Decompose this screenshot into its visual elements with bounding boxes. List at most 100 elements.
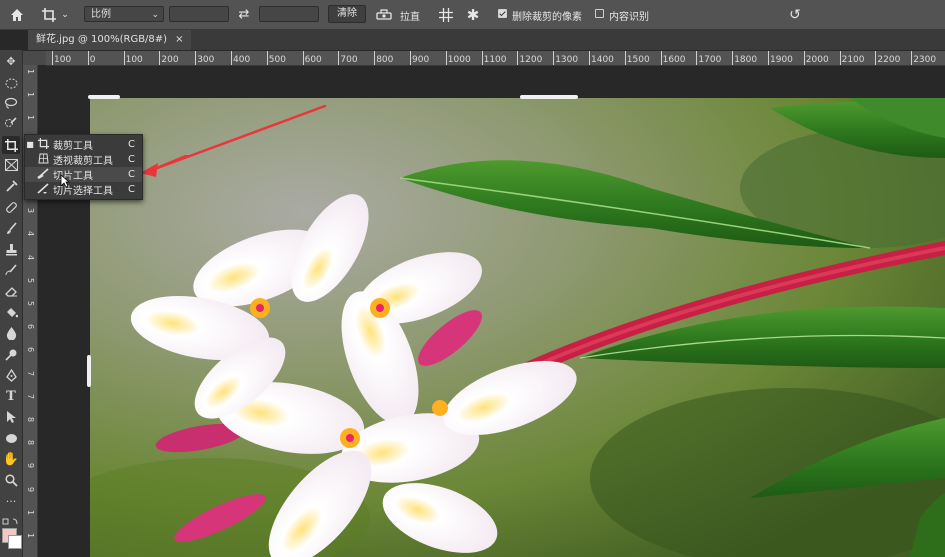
lasso-tool-icon[interactable] xyxy=(2,94,20,112)
clone-stamp-tool-icon[interactable] xyxy=(2,240,20,258)
ruler-tick-label: 6 xyxy=(26,324,35,330)
zoom-tool-icon[interactable] xyxy=(2,471,20,489)
ratio-select-value: 比例 xyxy=(91,9,111,20)
ruler-tick-mark xyxy=(266,51,268,65)
crop-handle-top-left[interactable] xyxy=(88,95,120,99)
crop-handle-left[interactable] xyxy=(87,355,91,387)
blur-tool-icon[interactable] xyxy=(2,324,20,342)
document-tab[interactable]: 鲜花.jpg @ 100%(RGB/8#) × xyxy=(28,30,192,50)
ruler-tick-label: 4 xyxy=(26,231,35,237)
height-input[interactable] xyxy=(259,6,319,22)
ruler-tick-label: 300 xyxy=(197,55,215,65)
ruler-tick-label: 1800 xyxy=(734,55,758,65)
frame-tool-icon[interactable] xyxy=(2,156,20,174)
ruler-corner xyxy=(23,51,46,65)
ruler-tick-label: 1000 xyxy=(447,55,471,65)
ruler-tick-label: 6 xyxy=(26,347,35,353)
dodge-tool-icon[interactable] xyxy=(2,345,20,363)
ruler-tick-label: 800 xyxy=(376,55,394,65)
selected-bullet-icon: ■ xyxy=(26,140,34,149)
ruler-tick-label: 2300 xyxy=(913,55,937,65)
ruler-tick-label: 1600 xyxy=(662,55,686,65)
type-tool-icon[interactable]: T xyxy=(2,387,20,405)
crop-handle-top[interactable] xyxy=(520,95,578,99)
hand-tool-icon[interactable]: ✋ xyxy=(2,450,20,468)
ruler-tick-label: 1900 xyxy=(770,55,793,65)
ruler-tick-label: 100 xyxy=(54,55,72,65)
ruler-tick-mark xyxy=(911,51,913,65)
ruler-tick-label: 100 xyxy=(125,55,143,65)
ruler-tick-label: 1300 xyxy=(555,55,579,65)
healing-brush-tool-icon[interactable] xyxy=(2,198,20,216)
close-icon[interactable]: × xyxy=(175,30,183,50)
brush-tool-icon[interactable] xyxy=(2,219,20,237)
chevron-down-icon: ⌄ xyxy=(151,10,159,20)
swap-icon[interactable]: ⇄ xyxy=(236,5,252,24)
home-icon[interactable] xyxy=(8,5,26,24)
straighten-label[interactable]: 拉直 xyxy=(400,8,420,23)
ruler-tick-mark xyxy=(553,51,555,65)
document-tab-bar: 鲜花.jpg @ 100%(RGB/8#) × xyxy=(28,30,945,50)
marquee-tool-icon[interactable] xyxy=(2,74,20,92)
chevron-down-icon[interactable]: ⌄ xyxy=(60,5,70,24)
ruler-tick-label: 5 xyxy=(26,301,35,307)
ruler-tick-label: 1400 xyxy=(591,55,614,65)
ruler-tick-mark xyxy=(374,51,376,65)
delete-cropped-label: 删除裁剪的像素 xyxy=(512,12,582,23)
pen-tool-icon[interactable] xyxy=(2,366,20,384)
ruler-tick-mark xyxy=(231,51,232,65)
ruler-tick-mark xyxy=(410,51,411,65)
flyout-item-crop[interactable]: ■ 裁剪工具 C xyxy=(25,137,142,152)
paint-bucket-tool-icon[interactable] xyxy=(2,303,20,321)
crop-icon[interactable] xyxy=(40,5,58,24)
crop-tool-icon[interactable] xyxy=(2,136,20,154)
ruler-tick-mark xyxy=(517,51,519,65)
perspective-crop-icon xyxy=(35,153,51,167)
history-brush-tool-icon[interactable] xyxy=(2,261,20,279)
flyout-item-slice[interactable]: 切片工具 C xyxy=(25,167,142,182)
grid-overlay-icon[interactable] xyxy=(437,5,455,24)
ruler-tick-label: 9 xyxy=(26,486,35,492)
background-color-swatch[interactable] xyxy=(8,535,22,549)
move-tool-icon[interactable]: ✥ xyxy=(2,52,20,70)
ruler-tick-label: 400 xyxy=(233,55,251,65)
ruler-tick-label: 7 xyxy=(26,393,35,399)
level-icon[interactable] xyxy=(375,5,393,24)
annotation-arrow xyxy=(140,155,192,177)
more-tools-icon[interactable]: ··· xyxy=(2,492,20,510)
eyedropper-tool-icon[interactable] xyxy=(2,177,20,195)
ruler-tick-label: 2100 xyxy=(841,55,865,65)
content-aware-checkbox[interactable] xyxy=(595,9,604,18)
ruler-tick-label: 7 xyxy=(26,370,35,376)
path-selection-tool-icon[interactable] xyxy=(2,408,20,426)
ruler-tick-label: 2000 xyxy=(805,55,829,65)
ruler-tick-label: 900 xyxy=(412,55,430,65)
ratio-select[interactable]: 比例 ⌄ xyxy=(84,6,164,22)
undo-icon[interactable]: ↺ xyxy=(786,5,804,24)
ruler-tick-label: 1200 xyxy=(519,55,543,65)
quick-selection-tool-icon[interactable] xyxy=(2,114,20,132)
ruler-tick-label: 0 xyxy=(89,55,96,65)
ruler-tick-label: 8 xyxy=(26,417,35,423)
width-input[interactable] xyxy=(169,6,229,22)
slice-icon xyxy=(35,167,51,182)
eraser-tool-icon[interactable] xyxy=(2,282,20,300)
gear-icon[interactable]: ✱ xyxy=(464,5,482,24)
ruler-tick-mark xyxy=(445,51,447,65)
ruler-tick-label: 600 xyxy=(304,55,322,65)
ruler-tick-label: 1 xyxy=(26,115,35,121)
delete-cropped-checkbox[interactable] xyxy=(498,9,507,18)
flyout-item-perspective-crop[interactable]: 透视裁剪工具 C xyxy=(25,152,142,167)
swap-colors-icon[interactable] xyxy=(2,512,20,525)
ruler-tick-label: 8 xyxy=(26,440,35,446)
horizontal-ruler[interactable]: 100 0 100 200 300 400 500 600 700 800 900 1000 1100 1… xyxy=(46,51,945,66)
flyout-item-slice-select[interactable]: 切片选择工具 C xyxy=(25,182,142,197)
ruler-tick-mark xyxy=(302,51,304,65)
shape-tool-icon[interactable] xyxy=(2,429,20,447)
clear-button[interactable]: 清除 xyxy=(328,5,366,23)
tools-panel: ✥ T ✋ ··· xyxy=(0,50,23,557)
ruler-tick-mark xyxy=(696,51,698,65)
ruler-tick-mark xyxy=(660,51,662,65)
flyout-item-shortcut: C xyxy=(128,139,135,150)
flyout-item-shortcut: C xyxy=(128,184,135,195)
